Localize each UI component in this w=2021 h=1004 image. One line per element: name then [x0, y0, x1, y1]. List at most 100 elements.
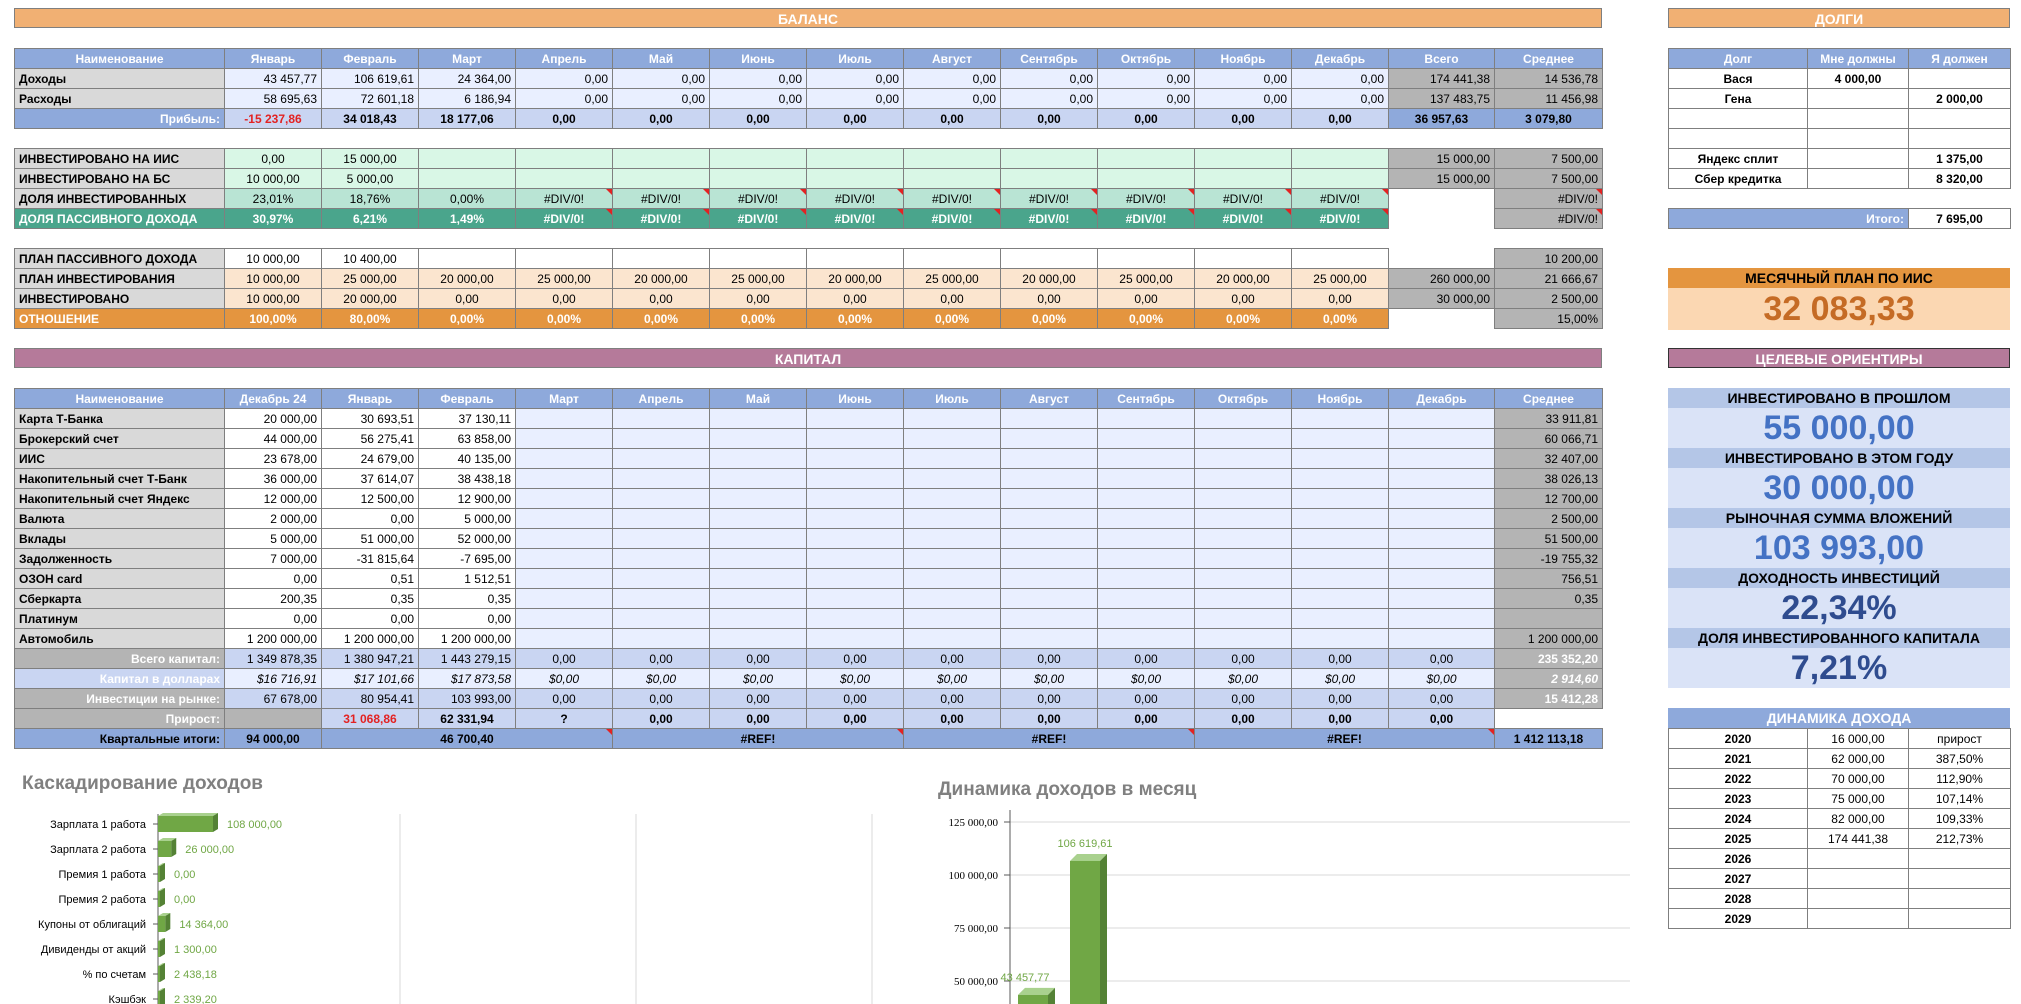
- empty-cell: [709, 528, 807, 549]
- target-label: ИНВЕСТИРОВАНО В ПРОШЛОМ: [1668, 388, 2010, 408]
- data-label: 1 300,00: [174, 944, 217, 956]
- income-cell: 75 000,00: [1807, 788, 1909, 809]
- debt-cell: [1807, 108, 1909, 129]
- income-cell: [1807, 848, 1909, 869]
- chart-monthly-title: Динамика доходов в месяц: [938, 779, 1197, 800]
- empty-cell: [515, 608, 613, 629]
- value-cell: #DIV/0!: [1097, 208, 1195, 229]
- value-cell: [418, 168, 516, 189]
- column-header: Ноябрь: [1291, 388, 1389, 409]
- empty-cell: [709, 508, 807, 529]
- value-cell: 0,00: [806, 648, 904, 669]
- value-cell: [709, 168, 807, 189]
- column-header: Я должен: [1908, 48, 2011, 69]
- debt-cell: 1 375,00: [1908, 148, 2011, 169]
- value-cell: [1494, 608, 1603, 629]
- value-cell: 0,00: [903, 708, 1001, 729]
- spacer: [15, 229, 1603, 249]
- value-cell: 0,00%: [709, 308, 807, 329]
- data-label: 26 000,00: [185, 844, 234, 856]
- value-cell: 0,00: [515, 108, 613, 129]
- value-cell: 0,00: [1097, 648, 1195, 669]
- value-cell: 80 954,41: [321, 688, 419, 709]
- capital-table: Наименование Декабрь 24 Январь Февраль Март А…: [14, 388, 1603, 749]
- value-cell: 200,35: [224, 588, 322, 609]
- value-cell: 6,21%: [321, 208, 419, 229]
- row-label: Карта Т-Банка: [14, 408, 225, 429]
- value-cell: 0,00: [224, 148, 322, 169]
- value-cell: 21 666,67: [1494, 268, 1603, 289]
- empty-cell: [1194, 488, 1292, 509]
- empty-cell: [612, 468, 710, 489]
- value-cell: 2 000,00: [224, 508, 322, 529]
- quarter-cell: 94 000,00: [224, 728, 322, 749]
- column-header: Май: [612, 48, 710, 69]
- empty-cell: [709, 628, 807, 649]
- debt-cell: [1807, 148, 1909, 169]
- value-cell: 37 614,07: [321, 468, 419, 489]
- empty-cell: [1291, 488, 1389, 509]
- empty-cell: [1291, 508, 1389, 529]
- target-label: ДОЛЯ ИНВЕСТИРОВАННОГО КАПИТАЛА: [1668, 628, 2010, 648]
- row-label: ОЗОН card: [14, 568, 225, 589]
- value-cell: $0,00: [1000, 668, 1098, 689]
- empty-cell: [903, 548, 1001, 569]
- debts-total-label: Итого:: [1668, 208, 1909, 229]
- empty-cell: [1388, 608, 1495, 629]
- spacer-row: [15, 129, 1603, 149]
- value-cell: 0,00: [1194, 108, 1292, 129]
- value-cell: [709, 148, 807, 169]
- value-cell: [1388, 248, 1495, 269]
- empty-cell: [515, 548, 613, 569]
- growth-cell: [1908, 888, 2011, 909]
- empty-cell: [1388, 588, 1495, 609]
- empty-cell: [1194, 508, 1292, 529]
- income-cell: [1807, 888, 1909, 909]
- empty-cell: [903, 488, 1001, 509]
- empty-cell: [1291, 548, 1389, 569]
- value-cell: 7 500,00: [1494, 148, 1603, 169]
- value-cell: 18 177,06: [418, 108, 516, 129]
- tick-label: 125 000,00: [949, 817, 999, 829]
- value-cell: 0,00%: [1291, 308, 1389, 329]
- empty-cell: [1388, 428, 1495, 449]
- value-cell: #DIV/0!: [515, 188, 613, 209]
- empty-cell: [1194, 588, 1292, 609]
- value-cell: 0,00: [612, 88, 710, 109]
- row-label: ДОЛЯ ПАССИВНОГО ДОХОДА: [14, 208, 225, 229]
- empty-cell: [806, 408, 904, 429]
- value-cell: #DIV/0!: [1194, 188, 1292, 209]
- empty-cell: [1194, 628, 1292, 649]
- value-cell: 67 678,00: [224, 688, 322, 709]
- empty-cell: [806, 468, 904, 489]
- empty-cell: [1194, 448, 1292, 469]
- value-cell: 0,00: [612, 68, 710, 89]
- value-cell: 20 000,00: [321, 288, 419, 309]
- value-cell: 12 700,00: [1494, 488, 1603, 509]
- year-cell: 2028: [1668, 888, 1808, 909]
- value-cell: 0,00: [1388, 688, 1495, 709]
- value-cell: ?: [515, 708, 613, 729]
- value-cell: 106 619,61: [321, 68, 419, 89]
- plan-row: ПЛАН ИНВЕСТИРОВАНИЯ 10 000,00 25 000,00 20 …: [14, 268, 1603, 289]
- value-cell: [515, 248, 613, 269]
- category-label: Купоны от облигаций: [38, 919, 146, 931]
- value-cell: 0,00: [1291, 108, 1389, 129]
- value-cell: [418, 148, 516, 169]
- value-cell: 52 000,00: [418, 528, 516, 549]
- column-header: Октябрь: [1194, 388, 1292, 409]
- value-cell: 0,00: [709, 288, 807, 309]
- empty-cell: [1388, 568, 1495, 589]
- value-cell: 25 000,00: [709, 268, 807, 289]
- value-cell: 0,00: [709, 108, 807, 129]
- row-label: ИНВЕСТИРОВАНО НА БС: [14, 168, 225, 189]
- capital-header-row: Наименование Декабрь 24 Январь Февраль Март А…: [14, 388, 1603, 409]
- empty-cell: [1000, 608, 1098, 629]
- value-cell: [1000, 248, 1098, 269]
- value-cell: 14 536,78: [1494, 68, 1603, 89]
- value-cell: $0,00: [1291, 668, 1389, 689]
- column-header: Декабрь: [1291, 48, 1389, 69]
- column-header: Долг: [1668, 48, 1808, 69]
- value-cell: [1194, 168, 1292, 189]
- spacer: [15, 129, 1603, 149]
